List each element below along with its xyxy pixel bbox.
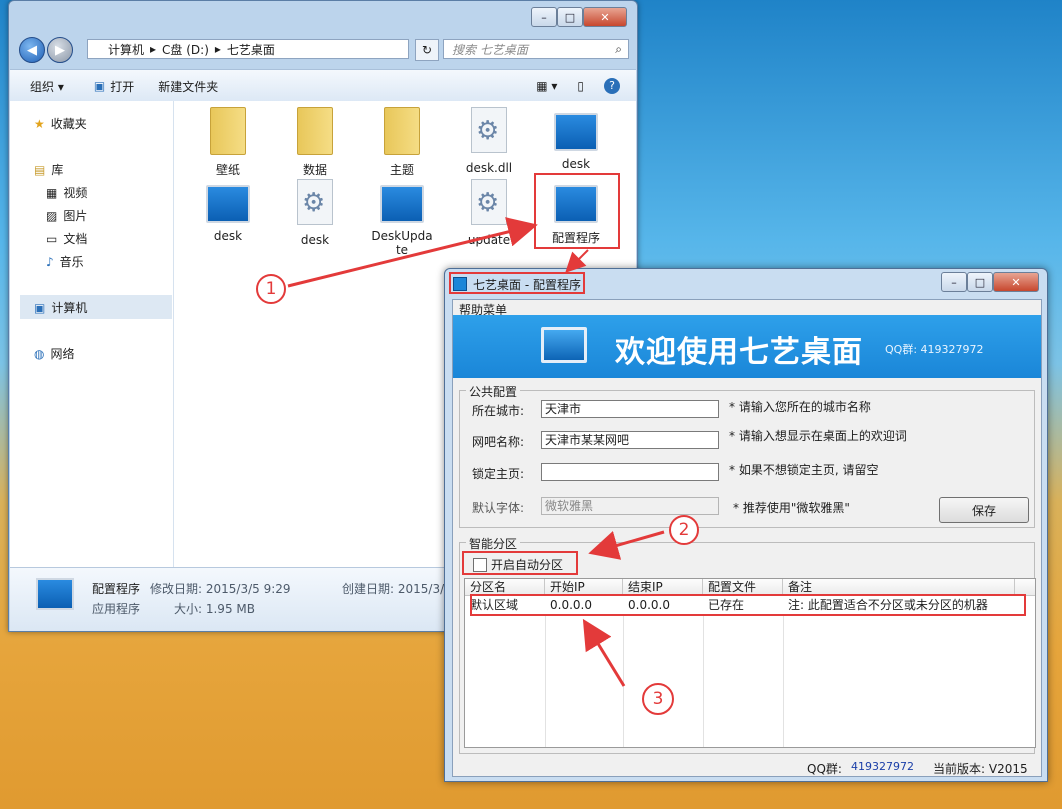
arrow-3 bbox=[582, 618, 626, 687]
annotation-circle-3: 3 bbox=[642, 683, 674, 715]
arrow-1 bbox=[287, 217, 538, 288]
arrow-2 bbox=[588, 530, 665, 560]
annotation-arrows bbox=[287, 217, 665, 687]
annotation-circle-1: 1 bbox=[256, 274, 286, 304]
arrow-1b bbox=[565, 249, 589, 273]
annotation-circle-2: 2 bbox=[669, 515, 699, 545]
